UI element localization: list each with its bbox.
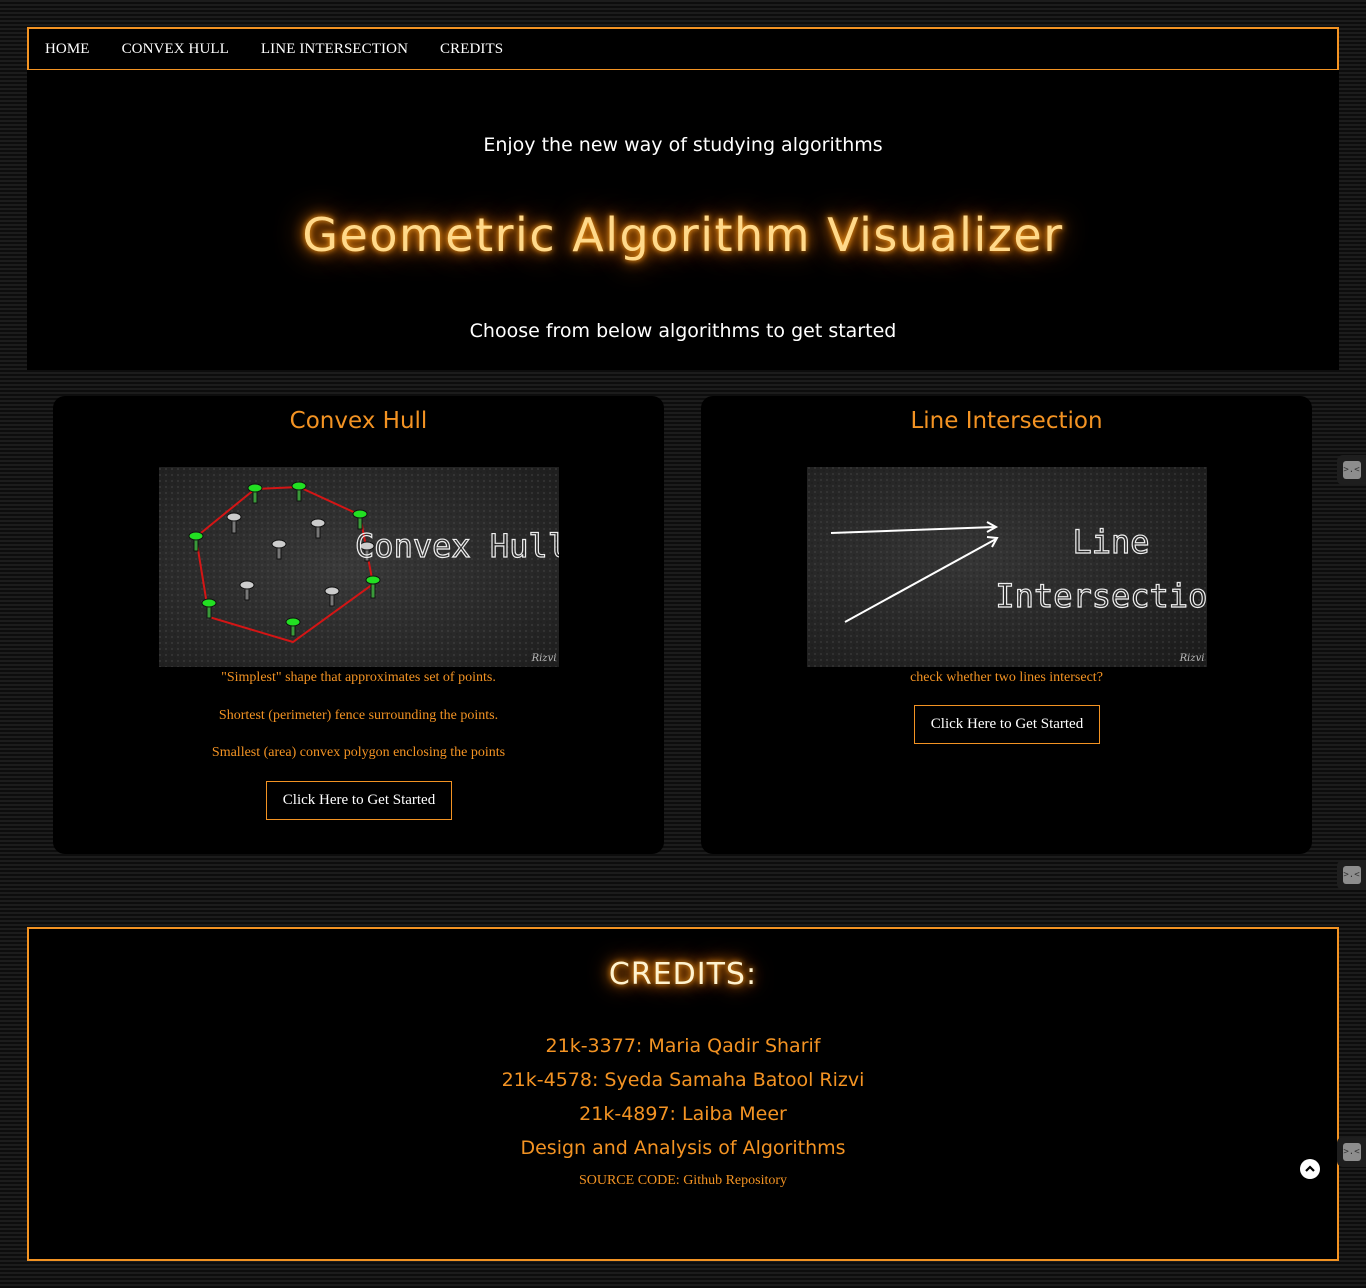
source-code-link[interactable]: SOURCE CODE: Github Repository: [29, 1173, 1337, 1189]
convex-hull-desc-2: Shortest (perimeter) fence surrounding t…: [218, 708, 499, 723]
credit-line-3: 21k-4897: Laiba Meer: [579, 1103, 787, 1125]
line-intersection-image: Line Intersection Rizvi: [807, 467, 1207, 667]
credit-line-1: 21k-3377: Maria Qadir Sharif: [545, 1035, 821, 1057]
chevron-up-icon: [1305, 1165, 1315, 1172]
line-intersection-illustration: Line Intersection Rizvi: [807, 467, 1207, 667]
line-intersection-desc-1: check whether two lines intersect?: [910, 670, 1103, 685]
line-image-text-2: Intersection: [995, 577, 1207, 615]
hero-title: Geometric Algorithm Visualizer: [302, 208, 1064, 262]
credits-heading: CREDITS:: [608, 957, 758, 992]
convex-hull-image: Convex Hull Rizvi: [159, 467, 559, 667]
image-signature: Rizvi: [531, 653, 557, 664]
convex-hull-get-started-button[interactable]: Click Here to Get Started: [266, 781, 452, 820]
convex-hull-desc-1: "Simplest" shape that approximates set o…: [221, 670, 496, 685]
sprite-widget-icon: >.<: [1342, 1143, 1361, 1161]
scroll-top-button[interactable]: [1300, 1159, 1320, 1179]
credit-course: Design and Analysis of Algorithms: [520, 1137, 846, 1159]
side-widget-tab[interactable]: >.<: [1337, 1137, 1366, 1167]
line-image-text-1: Line: [1072, 523, 1149, 561]
top-navbar: HOME CONVEX HULL LINE INTERSECTION CREDI…: [27, 27, 1339, 71]
hero-subtitle: Choose from below algorithms to get star…: [469, 320, 897, 342]
sprite-widget-icon: >.<: [1342, 866, 1361, 884]
line-intersection-get-started-button[interactable]: Click Here to Get Started: [914, 705, 1100, 744]
convex-hull-title: Convex Hull: [289, 408, 428, 434]
line-intersection-title: Line Intersection: [910, 408, 1103, 434]
convex-hull-illustration: Convex Hull Rizvi: [159, 467, 559, 667]
credit-line-2: 21k-4578: Syeda Samaha Batool Rizvi: [501, 1069, 865, 1091]
convex-hull-desc-3: Smallest (area) convex polygon enclosing…: [211, 745, 506, 760]
nav-home[interactable]: HOME: [45, 41, 90, 58]
image-signature: Rizvi: [1179, 653, 1205, 664]
hero-section: Enjoy the new way of studying algorithms…: [27, 70, 1339, 370]
nav-credits[interactable]: CREDITS: [440, 41, 503, 58]
convex-hull-card: Convex Hull Convex Hull Rizvi "Simplest"…: [53, 396, 664, 854]
sprite-widget-icon: >.<: [1342, 461, 1361, 479]
convex-hull-image-text: Convex Hull: [355, 527, 559, 565]
hero-tagline: Enjoy the new way of studying algorithms: [483, 134, 883, 156]
nav-convex-hull[interactable]: CONVEX HULL: [122, 41, 229, 58]
nav-line-intersection[interactable]: LINE INTERSECTION: [261, 41, 408, 58]
side-widget-tab[interactable]: >.<: [1337, 860, 1366, 890]
side-widget-tab[interactable]: >.<: [1337, 455, 1366, 485]
line-intersection-card: Line Intersection Line Intersection Rizv…: [701, 396, 1312, 854]
credits-section: CREDITS: 21k-3377: Maria Qadir Sharif 21…: [27, 927, 1339, 1261]
